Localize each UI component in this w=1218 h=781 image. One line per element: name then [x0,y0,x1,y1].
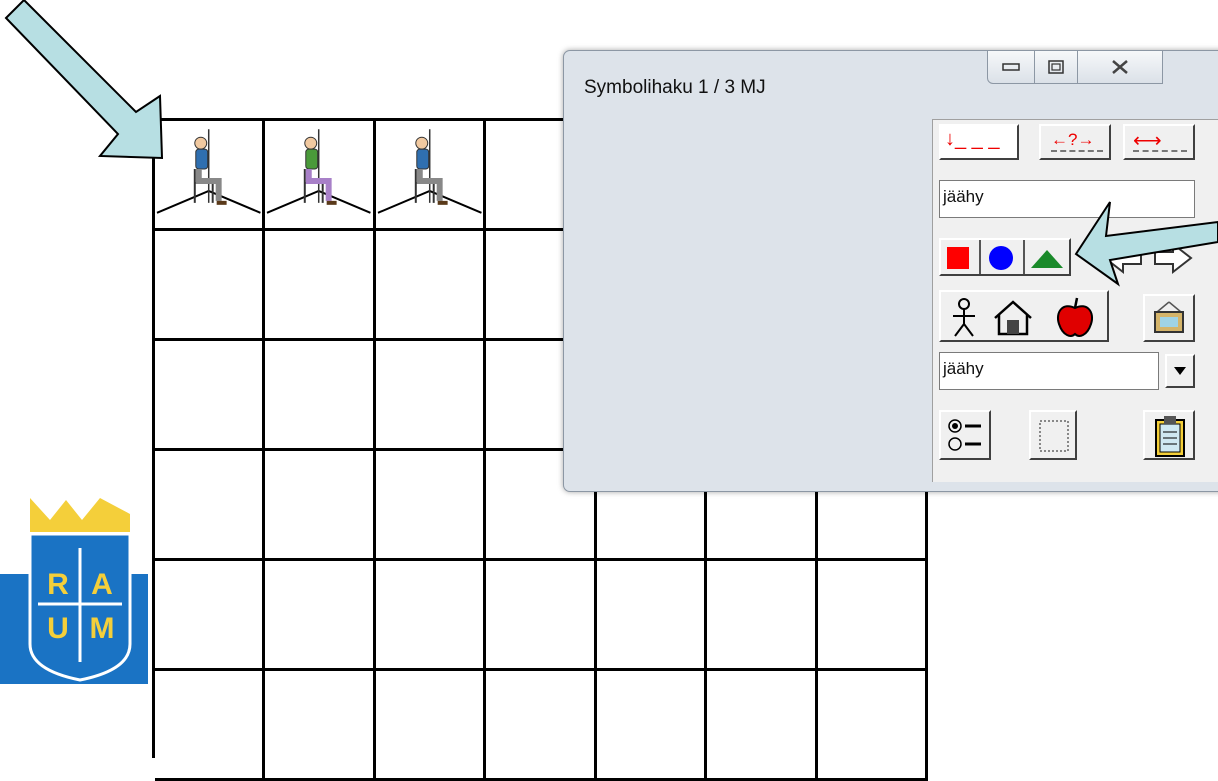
dash-line-icon [1051,150,1103,152]
dropdown-button[interactable] [1165,354,1195,388]
annotation-arrow-left [4,0,164,160]
person-sitting-icon [377,129,482,214]
grid-cell[interactable] [817,671,928,781]
grid-cell[interactable] [265,451,376,561]
grid-cell[interactable] [486,671,597,781]
grid-cell[interactable] [375,451,487,561]
grid-cell[interactable] [596,561,708,671]
house-icon[interactable] [991,298,1035,338]
dotted-frame-icon [1039,420,1069,452]
clipboard-button[interactable] [1143,410,1195,460]
picture-frame-button[interactable] [1143,294,1195,342]
dash-line-icon [1133,150,1187,152]
grid-cell[interactable] [155,451,266,561]
clipboard-icon [1155,416,1185,457]
shape-filter-group [939,238,1071,276]
search-anywhere-button[interactable]: ←?→ [1039,124,1111,160]
grid-cell[interactable] [155,561,266,671]
grid-cell[interactable] [265,341,376,451]
green-triangle-button[interactable] [1029,246,1065,270]
grid-cell[interactable] [155,231,266,341]
grid-cell[interactable] [375,231,487,341]
grid-cell[interactable] [375,341,487,451]
close-icon [1112,60,1128,74]
apple-icon[interactable] [1053,296,1097,340]
close-button[interactable] [1077,50,1163,84]
grid-cell[interactable] [375,121,487,231]
svg-text:U: U [47,612,69,645]
search-anywhere-label: ←?→ [1051,130,1095,149]
radio-list-icon [948,419,981,451]
grid-cell[interactable] [486,561,597,671]
person-icon[interactable] [947,298,981,338]
svg-text:M: M [90,612,115,645]
divider [979,240,981,274]
grid-cell[interactable] [375,671,487,781]
restore-icon [1048,60,1064,74]
grid-cell[interactable] [265,561,376,671]
frame-icon [1154,301,1184,333]
toolbar-panel: ↓_ _ _ ←?→ ⟷ jäähy jäähy [932,119,1218,482]
minimize-button[interactable] [987,50,1035,84]
svg-text:R: R [47,568,69,601]
search-start-label: ↓_ _ _ [945,128,1000,150]
category-select[interactable]: jäähy [939,352,1159,390]
grid-cell[interactable] [265,121,376,231]
grid-cell[interactable] [707,671,818,781]
search-start-button[interactable]: ↓_ _ _ [939,124,1019,160]
grid-cell[interactable] [265,671,376,781]
window-title: Symbolihaku 1 / 3 MJ [584,77,766,98]
divider [1023,240,1025,274]
maximize-button[interactable] [1034,50,1078,84]
grid-cell[interactable] [596,671,708,781]
red-square-button[interactable] [947,247,969,269]
grid-cell[interactable] [155,671,266,781]
annotation-arrow-right [1074,201,1218,287]
blue-circle-button[interactable] [989,246,1013,270]
chevron-down-icon [1174,367,1186,375]
grid-cell[interactable] [707,561,818,671]
raum-logo: R A U M [0,498,148,684]
grid-cell[interactable] [375,561,487,671]
grid-cell[interactable] [155,341,266,451]
grid-cell[interactable] [265,231,376,341]
options-button[interactable] [939,410,991,460]
search-whole-button[interactable]: ⟷ [1123,124,1195,160]
person-sitting-icon [267,129,372,214]
svg-text:A: A [91,568,113,601]
minimize-icon [1002,63,1020,71]
empty-frame-button[interactable] [1029,410,1077,460]
grid-cell[interactable] [817,561,928,671]
